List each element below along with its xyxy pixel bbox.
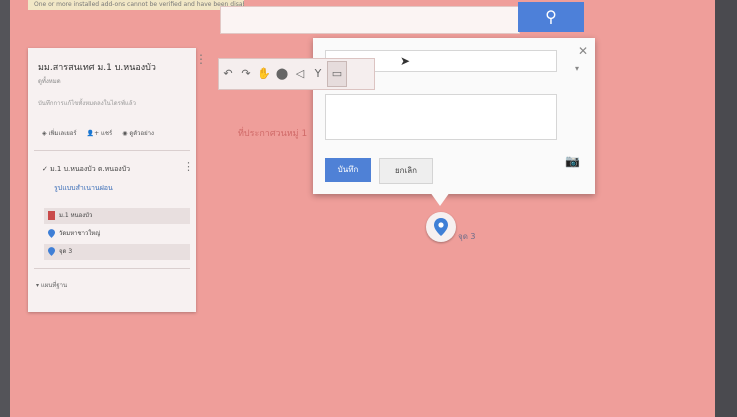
marker-icon[interactable]: ⬤ xyxy=(273,62,291,86)
checkbox-icon[interactable]: ✓ xyxy=(42,165,50,173)
save-status: บันทึกการแก้ไขทั้งหมดลงในไดรฟ์แล้ว xyxy=(38,100,136,107)
layer-title[interactable]: ✓ ม.1 บ.หนองบัว ต.หนองบัว xyxy=(42,164,130,175)
list-item[interactable]: วัดมหาชาวใหญ่ xyxy=(44,226,190,242)
share-button[interactable]: 👤+ แชร์ xyxy=(87,128,113,138)
map-toolbar: ↶ ↷ ✋ ⬤ ◁ Y ▭ xyxy=(218,58,375,90)
divider xyxy=(34,268,190,269)
layer-style-link[interactable]: รูปแบบสำเนานฝอน xyxy=(54,183,113,194)
route-icon[interactable]: Y xyxy=(309,62,327,86)
feature-description-input[interactable] xyxy=(325,94,557,140)
list-item[interactable]: ม.1 หนองบัว xyxy=(44,208,190,224)
marker-pin-icon xyxy=(48,247,55,256)
screen-bezel-left xyxy=(0,0,10,417)
addon-warning-bar: One or more installed add-ons cannot be … xyxy=(28,0,244,10)
screen-bezel-right xyxy=(715,0,737,417)
map-sidebar: มม.สารสนเทศ ม.1 บ.หนองบัว ⋮ ดูทั้งหมด บั… xyxy=(28,48,207,312)
hand-icon[interactable]: ✋ xyxy=(255,62,273,86)
more-vert-icon[interactable]: ⋮ xyxy=(195,52,207,66)
search-input[interactable] xyxy=(220,6,520,34)
save-button[interactable]: บันทึก xyxy=(325,158,371,182)
share-icon: 👤+ xyxy=(86,130,102,137)
base-map-toggle[interactable]: ▾ แผนที่ฐาน xyxy=(36,280,67,290)
map-marker[interactable] xyxy=(426,212,456,242)
undo-icon[interactable]: ↶ xyxy=(219,62,237,86)
add-layer-button[interactable]: ◈ เพิ่มเลเยอร์ xyxy=(42,128,77,138)
line-icon[interactable]: ◁ xyxy=(291,62,309,86)
map-title[interactable]: มม.สารสนเทศ ม.1 บ.หนองบัว xyxy=(38,60,156,74)
sidebar-actions: ◈ เพิ่มเลเยอร์ 👤+ แชร์ ◉ ดูตัวอย่าง xyxy=(42,128,154,138)
search-icon: ⚲ xyxy=(545,7,557,26)
popup-tail xyxy=(430,192,450,206)
list-item[interactable]: จุด 3 xyxy=(44,244,190,260)
layer-more-icon[interactable]: ⋮ xyxy=(183,160,194,173)
marker-pin-icon xyxy=(434,218,448,236)
divider xyxy=(34,150,190,151)
cancel-button[interactable]: ยกเลิก xyxy=(379,158,433,184)
close-icon[interactable]: ✕ xyxy=(578,44,588,58)
map-place-label: ที่ประกาศวนหมู่ 1 xyxy=(238,129,308,139)
layer-pin-icon xyxy=(48,211,55,220)
mouse-cursor-icon: ➤ xyxy=(400,54,411,68)
preview-button[interactable]: ◉ ดูตัวอย่าง xyxy=(122,128,154,138)
map-subtitle[interactable]: ดูทั้งหมด xyxy=(38,76,61,86)
camera-icon[interactable]: 📷 xyxy=(565,154,580,168)
redo-icon[interactable]: ↷ xyxy=(237,62,255,86)
search-button[interactable]: ⚲ xyxy=(518,2,584,32)
ruler-icon[interactable]: ▭ xyxy=(327,61,347,87)
marker-label: จุด 3 xyxy=(458,232,476,241)
marker-pin-icon xyxy=(48,229,55,238)
expand-icon[interactable]: ▾ xyxy=(575,64,579,73)
